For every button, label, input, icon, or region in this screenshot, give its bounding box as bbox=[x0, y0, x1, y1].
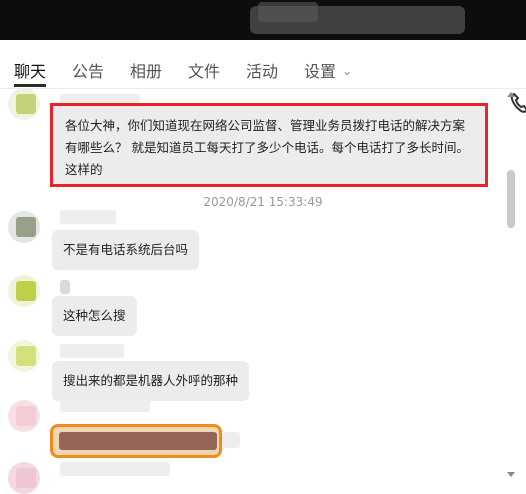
active-tab-indicator bbox=[14, 84, 46, 87]
tab-settings-label: 设置 bbox=[304, 62, 337, 81]
blurred-content bbox=[222, 432, 240, 448]
tab-album[interactable]: 相册 bbox=[130, 58, 162, 82]
sender-name-blurred bbox=[60, 280, 70, 294]
avatar[interactable] bbox=[8, 88, 40, 120]
sender-name-blurred bbox=[60, 462, 170, 476]
highlighted-message-bubble: 各位大神，你们知道现在网络公司监督、管理业务员拨打电话的解决方案有哪些么？ 就是… bbox=[50, 103, 488, 187]
scroll-down-arrow[interactable] bbox=[507, 472, 515, 477]
sender-name-blurred bbox=[60, 210, 116, 224]
message-bubble: 不是有电话系统后台吗 bbox=[52, 230, 200, 270]
chevron-down-icon: ⌄ bbox=[342, 64, 353, 78]
tab-files[interactable]: 文件 bbox=[188, 58, 220, 82]
tab-settings[interactable]: 设置 ⌄ bbox=[304, 58, 352, 82]
message-bubble: 搜出来的都是机器人外呼的那种 bbox=[52, 361, 250, 401]
title-bar bbox=[0, 0, 526, 40]
message-timestamp: 2020/8/21 15:33:49 bbox=[203, 195, 323, 209]
group-tab-bar: 聊天 公告 相册 文件 活动 设置 ⌄ bbox=[0, 40, 526, 113]
message-bubble: 这种怎么搜 bbox=[52, 296, 137, 336]
blurred-message-content bbox=[59, 432, 217, 450]
blurred-message-bubble bbox=[50, 424, 222, 458]
avatar[interactable] bbox=[8, 275, 40, 307]
avatar[interactable] bbox=[8, 211, 40, 243]
message-text: 这种怎么搜 bbox=[63, 308, 126, 323]
avatar[interactable] bbox=[8, 462, 40, 494]
message-text: 搜出来的都是机器人外呼的那种 bbox=[63, 373, 239, 388]
sender-name-blurred bbox=[60, 398, 150, 412]
scrollbar-thumb[interactable] bbox=[507, 170, 515, 228]
tab-announcement[interactable]: 公告 bbox=[72, 58, 104, 82]
tab-activity[interactable]: 活动 bbox=[246, 58, 278, 82]
message-text: 不是有电话系统后台吗 bbox=[63, 242, 189, 257]
message-text: 各位大神，你们知道现在网络公司监督、管理业务员拨打电话的解决方案有哪些么？ 就是… bbox=[65, 118, 469, 177]
scroll-up-arrow[interactable] bbox=[507, 92, 515, 97]
avatar[interactable] bbox=[8, 400, 40, 432]
tab-chat[interactable]: 聊天 bbox=[14, 58, 46, 82]
sender-name-blurred bbox=[60, 344, 124, 358]
blurred-title-detail bbox=[258, 2, 318, 22]
avatar[interactable] bbox=[8, 340, 40, 372]
